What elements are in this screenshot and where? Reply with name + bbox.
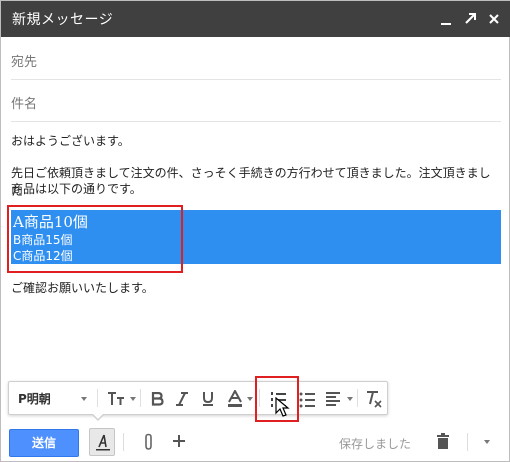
text-size-button[interactable] xyxy=(103,382,137,414)
italic-icon xyxy=(176,392,188,406)
formatting-options-button[interactable] xyxy=(89,428,115,456)
close-button[interactable] xyxy=(483,1,505,37)
minimize-icon xyxy=(441,23,451,25)
greeting-line: おはようございます。 xyxy=(11,134,130,148)
chevron-down-icon xyxy=(347,397,353,401)
chevron-down-icon xyxy=(484,440,490,444)
minimize-button[interactable] xyxy=(435,1,457,37)
toolbar-divider xyxy=(140,389,141,407)
toolbar-pointer xyxy=(91,413,105,421)
compose-titlebar[interactable]: 新規メッセージ xyxy=(1,1,510,37)
chevron-down-icon xyxy=(247,397,253,401)
attach-icon[interactable] xyxy=(142,433,156,451)
plus-icon[interactable] xyxy=(172,434,186,448)
underline-icon xyxy=(203,392,213,406)
saved-status: 保存しました xyxy=(339,437,412,451)
italic-button[interactable] xyxy=(171,382,193,414)
compose-bottom-bar: 送信 保存しました xyxy=(1,421,510,462)
font-select[interactable]: P明朝 xyxy=(9,382,93,414)
subject-label: 件名 xyxy=(11,97,38,112)
align-icon xyxy=(326,392,340,406)
text-color-icon xyxy=(228,390,242,407)
remove-formatting-icon xyxy=(367,391,382,408)
font-name: P明朝 xyxy=(18,392,51,406)
closing-line: ご確認お願いいたします。 xyxy=(11,281,154,295)
toolbar-divider xyxy=(97,389,98,407)
toolbar-divider xyxy=(357,389,358,407)
formatting-a-icon xyxy=(96,434,110,451)
chevron-down-icon xyxy=(130,397,136,401)
cursor-icon xyxy=(275,397,290,417)
bottom-divider xyxy=(123,433,124,451)
compose-window: 新規メッセージ 宛先 件名 おはようございます。 先日ご依頼頂きまして注文の件、… xyxy=(0,0,510,462)
bold-icon xyxy=(151,392,164,406)
paragraph-line-2: 商品は以下の通りです。 xyxy=(11,182,142,196)
underline-button[interactable] xyxy=(197,382,219,414)
subject-field[interactable]: 件名 xyxy=(11,80,501,122)
formatting-toolbar: P明朝 xyxy=(8,381,388,415)
send-button[interactable]: 送信 xyxy=(9,429,79,457)
text-size-icon xyxy=(108,392,124,405)
close-icon xyxy=(489,14,499,24)
compose-title: 新規メッセージ xyxy=(12,12,114,28)
remove-formatting-button[interactable] xyxy=(361,382,385,414)
expand-icon xyxy=(465,13,476,24)
more-options-button[interactable] xyxy=(477,431,497,453)
chevron-down-icon xyxy=(81,397,87,401)
bottom-divider xyxy=(467,433,468,451)
text-color-button[interactable] xyxy=(223,382,255,414)
align-button[interactable] xyxy=(321,382,355,414)
to-label: 宛先 xyxy=(11,55,38,70)
selection-highlight-box xyxy=(7,205,183,273)
bold-button[interactable] xyxy=(146,382,168,414)
trash-icon[interactable] xyxy=(436,433,450,449)
to-field[interactable]: 宛先 xyxy=(11,38,501,80)
bulleted-list-icon xyxy=(299,392,315,408)
expand-button[interactable] xyxy=(459,1,481,37)
